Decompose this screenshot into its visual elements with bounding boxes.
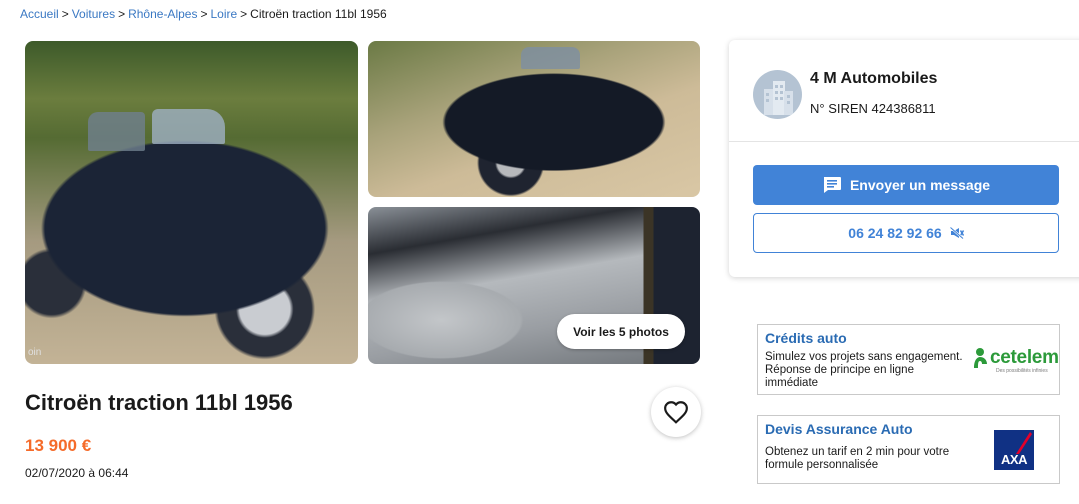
cetelem-tagline: Des possibilités infinies <box>996 368 1048 374</box>
car-window-rear <box>88 112 145 151</box>
favorite-button[interactable] <box>651 387 701 437</box>
breadcrumb-separator: > <box>61 7 69 21</box>
breadcrumb-separator: > <box>118 7 126 21</box>
credit-ad-title[interactable]: Crédits auto <box>765 330 847 346</box>
seller-card: 4 M Automobiles N° SIREN 424386811 Envoy… <box>729 40 1079 277</box>
seller-divider <box>729 141 1079 142</box>
breadcrumb-cars[interactable]: Voitures <box>72 7 115 21</box>
insurance-ad-text: Obtenez un tarif en 2 min pour votre for… <box>765 446 950 471</box>
axa-wordmark: AXA <box>1001 452 1027 467</box>
seller-siren: N° SIREN 424386811 <box>810 101 936 116</box>
cetelem-figure-icon <box>974 348 987 368</box>
building-icon <box>763 80 793 115</box>
insurance-ad-title[interactable]: Devis Assurance Auto <box>765 421 913 437</box>
chat-icon <box>823 177 841 193</box>
send-message-label: Envoyer un message <box>849 177 991 193</box>
breadcrumb: Accueil > Voitures > Rhône-Alpes > Loire > Citro… <box>20 7 387 21</box>
phone-number-button[interactable]: 06 24 82 92 66 <box>753 213 1059 253</box>
listing-price: 13 900 € <box>25 436 92 455</box>
listing-date: 02/07/2020 à 06:44 <box>25 466 129 480</box>
phone-number: 06 24 82 92 66 <box>848 225 942 241</box>
cetelem-wordmark: cetelem <box>990 347 1059 368</box>
breadcrumb-separator: > <box>240 7 248 21</box>
photo-watermark: oin <box>28 347 42 358</box>
credit-ad[interactable]: Crédits auto Simulez vos projets sans en… <box>757 324 1060 395</box>
credit-ad-text: Simulez vos projets sans engagement. Rép… <box>765 351 963 389</box>
see-all-photos-button[interactable]: Voir les 5 photos <box>557 314 685 349</box>
main-photo[interactable]: oin <box>25 41 358 364</box>
car-windshield <box>520 47 581 70</box>
megaphone-muted-icon <box>949 227 964 239</box>
listing-title: Citroën traction 11bl 1956 <box>25 390 293 415</box>
cetelem-logo: cetelem Des possibilités infinies <box>972 347 1059 375</box>
insurance-ad[interactable]: Devis Assurance Auto Obtenez un tarif en… <box>757 415 1060 484</box>
seller-avatar <box>753 70 802 119</box>
heart-outline-icon <box>664 401 688 424</box>
axa-logo: AXA <box>994 430 1034 470</box>
breadcrumb-department[interactable]: Loire <box>210 7 237 21</box>
secondary-photo-front[interactable] <box>368 41 700 197</box>
car-window-front <box>151 108 225 145</box>
breadcrumb-separator: > <box>200 7 208 21</box>
breadcrumb-current: Citroën traction 11bl 1956 <box>250 7 387 21</box>
breadcrumb-home[interactable]: Accueil <box>20 7 59 21</box>
breadcrumb-region[interactable]: Rhône-Alpes <box>128 7 197 21</box>
seller-name[interactable]: 4 M Automobiles <box>810 70 937 88</box>
send-message-button[interactable]: Envoyer un message <box>753 165 1059 205</box>
